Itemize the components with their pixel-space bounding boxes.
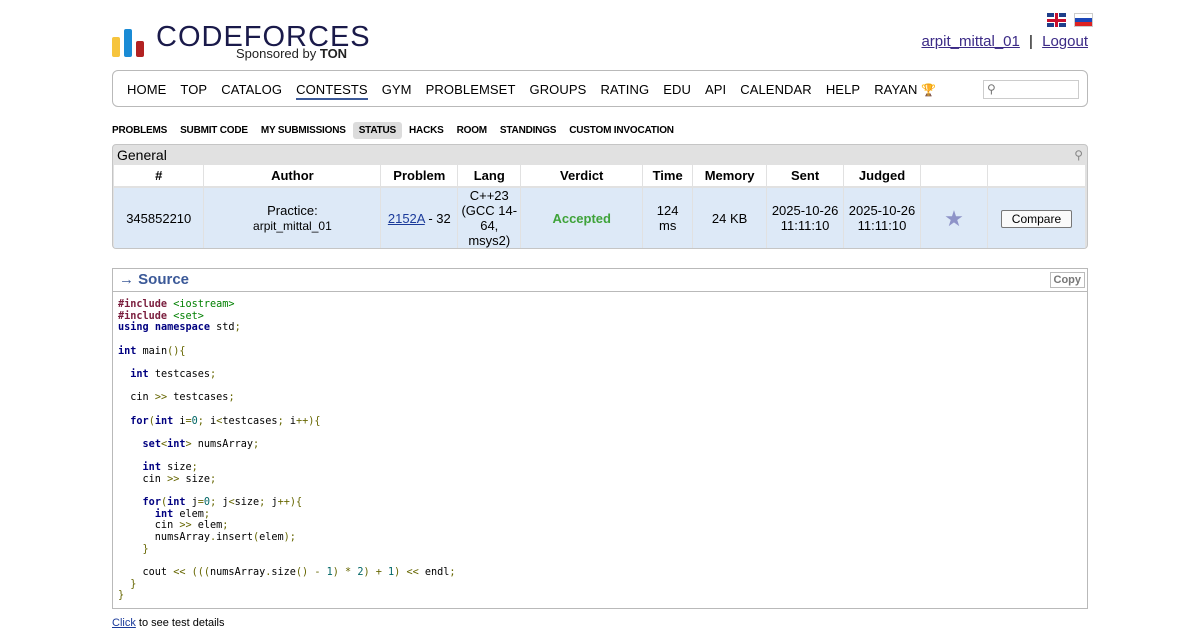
problem-link[interactable]: 2152A <box>388 211 425 226</box>
copy-button[interactable]: Copy <box>1049 272 1085 288</box>
lang-text: C++23 (GCC 14-64, msys2) <box>461 188 518 248</box>
sent-date: 2025-10-26 <box>771 203 839 219</box>
author-prefix: Practice: <box>267 203 318 219</box>
source-box: → Source Copy #include <iostream> #inclu… <box>112 268 1088 609</box>
menu-item-rating[interactable]: RATING <box>600 82 649 100</box>
problem-suffix: - 32 <box>424 210 451 226</box>
menu-item-home[interactable]: HOME <box>127 82 166 100</box>
tab-submit-code[interactable]: SUBMIT CODE <box>180 122 248 139</box>
compare-button[interactable]: Compare <box>1000 210 1073 228</box>
col-id: # <box>114 165 205 187</box>
search-icon: ⚲ <box>987 82 996 96</box>
trophy-icon: 🏆 <box>921 83 937 97</box>
verdict-text: Accepted <box>552 210 611 226</box>
col-favorite <box>920 165 988 187</box>
contest-subtabs: PROBLEMS SUBMIT CODE MY SUBMISSIONS STAT… <box>112 122 687 139</box>
submission-lang: C++23 (GCC 14-64, msys2) <box>457 186 522 248</box>
submission-author: Practice: arpit_mittal_01 <box>203 186 382 248</box>
judged-time: 11:11:10 <box>857 218 907 233</box>
menu-item-help[interactable]: HELP <box>826 82 860 100</box>
tab-my-submissions[interactable]: MY SUBMISSIONS <box>261 122 346 139</box>
col-memory: Memory <box>692 165 768 187</box>
status-title: General <box>117 147 167 163</box>
table-header-row: # Author Problem Lang Verdict Time Memor… <box>114 165 1087 187</box>
menu-item-contests[interactable]: CONTESTS <box>296 82 368 100</box>
tab-status[interactable]: STATUS <box>352 122 403 139</box>
menu-item-catalog[interactable]: CATALOG <box>221 82 282 100</box>
col-sent: Sent <box>766 165 845 187</box>
menu-item-api[interactable]: API <box>705 82 726 100</box>
submission-sent: 2025-10-26 11:11:10 <box>766 186 845 248</box>
tab-standings[interactable]: STANDINGS <box>500 122 557 139</box>
submission-time: 124 ms <box>642 186 694 248</box>
menu-item-calendar[interactable]: CALENDAR <box>740 82 812 100</box>
test-details-link[interactable]: Click <box>112 617 136 629</box>
menu-item-groups[interactable]: GROUPS <box>529 82 586 100</box>
time-unit: ms <box>658 218 677 233</box>
sponsor-prefix: Sponsored by <box>236 46 317 61</box>
tab-hacks[interactable]: HACKS <box>409 122 444 139</box>
tab-problems[interactable]: PROBLEMS <box>112 122 167 139</box>
footer-text: to see test details <box>135 617 225 629</box>
submission-id: 345852210 <box>114 186 205 248</box>
source-code: #include <iostream> #include <set> using… <box>118 299 456 602</box>
menu-item-problemset[interactable]: PROBLEMSET <box>426 82 516 100</box>
search-input[interactable]: ⚲ <box>983 80 1079 99</box>
sponsor-text: Sponsored by TON <box>236 46 347 61</box>
submission-table: # Author Problem Lang Verdict Time Memor… <box>114 165 1087 248</box>
col-verdict: Verdict <box>520 165 644 187</box>
source-title: → Source <box>119 271 190 288</box>
russian-flag-icon[interactable] <box>1074 13 1094 27</box>
tab-room[interactable]: ROOM <box>457 122 488 139</box>
menu-item-edu[interactable]: EDU <box>663 82 691 100</box>
main-menu: HOME TOP CATALOG CONTESTS GYM PROBLEMSET… <box>112 70 1088 107</box>
submission-memory: 24 KB <box>692 186 768 248</box>
codeforces-logo[interactable]: CODEFORCES Sponsored by TON <box>112 19 370 63</box>
star-icon[interactable]: ★ <box>944 206 964 231</box>
menu-item-rayan-label: RAYAN <box>874 82 918 97</box>
menu-item-rayan[interactable]: RAYAN 🏆 <box>874 82 936 100</box>
logout-link[interactable]: Logout <box>1042 33 1088 50</box>
user-links: arpit_mittal_01 | Logout <box>921 33 1088 50</box>
menu-item-gym[interactable]: GYM <box>382 82 412 100</box>
language-flags <box>1043 13 1094 31</box>
time-value: 124 <box>656 203 679 219</box>
english-flag-icon[interactable] <box>1047 13 1066 27</box>
submission-status-box: General ⚲ # Author Problem Lang Verdict … <box>112 144 1088 249</box>
menu-item-top[interactable]: TOP <box>180 82 207 100</box>
judged-date: 2025-10-26 <box>848 203 916 219</box>
submission-judged: 2025-10-26 11:11:10 <box>843 186 921 248</box>
sent-time: 11:11:10 <box>780 218 830 233</box>
col-lang: Lang <box>457 165 522 187</box>
col-author: Author <box>203 165 382 187</box>
tab-custom-invocation[interactable]: CUSTOM INVOCATION <box>569 122 674 139</box>
col-compare <box>987 165 1087 187</box>
footer-note: Click to see test details <box>112 617 225 629</box>
source-header: → Source Copy <box>113 269 1087 292</box>
col-time: Time <box>642 165 694 187</box>
col-judged: Judged <box>843 165 921 187</box>
author-name[interactable]: arpit_mittal_01 <box>253 219 332 233</box>
sponsor-name: TON <box>319 46 348 61</box>
table-row: 345852210 Practice: arpit_mittal_01 2152… <box>114 186 1087 248</box>
zoom-icon[interactable]: ⚲ <box>1074 148 1083 162</box>
favorite-cell: ★ <box>920 186 988 248</box>
col-problem: Problem <box>380 165 459 187</box>
submission-problem: 2152A - 32 <box>380 186 459 248</box>
separator: | <box>1029 33 1033 50</box>
username-link[interactable]: arpit_mittal_01 <box>921 33 1019 50</box>
submission-verdict: Accepted <box>520 186 644 248</box>
compare-cell: Compare <box>987 186 1087 248</box>
